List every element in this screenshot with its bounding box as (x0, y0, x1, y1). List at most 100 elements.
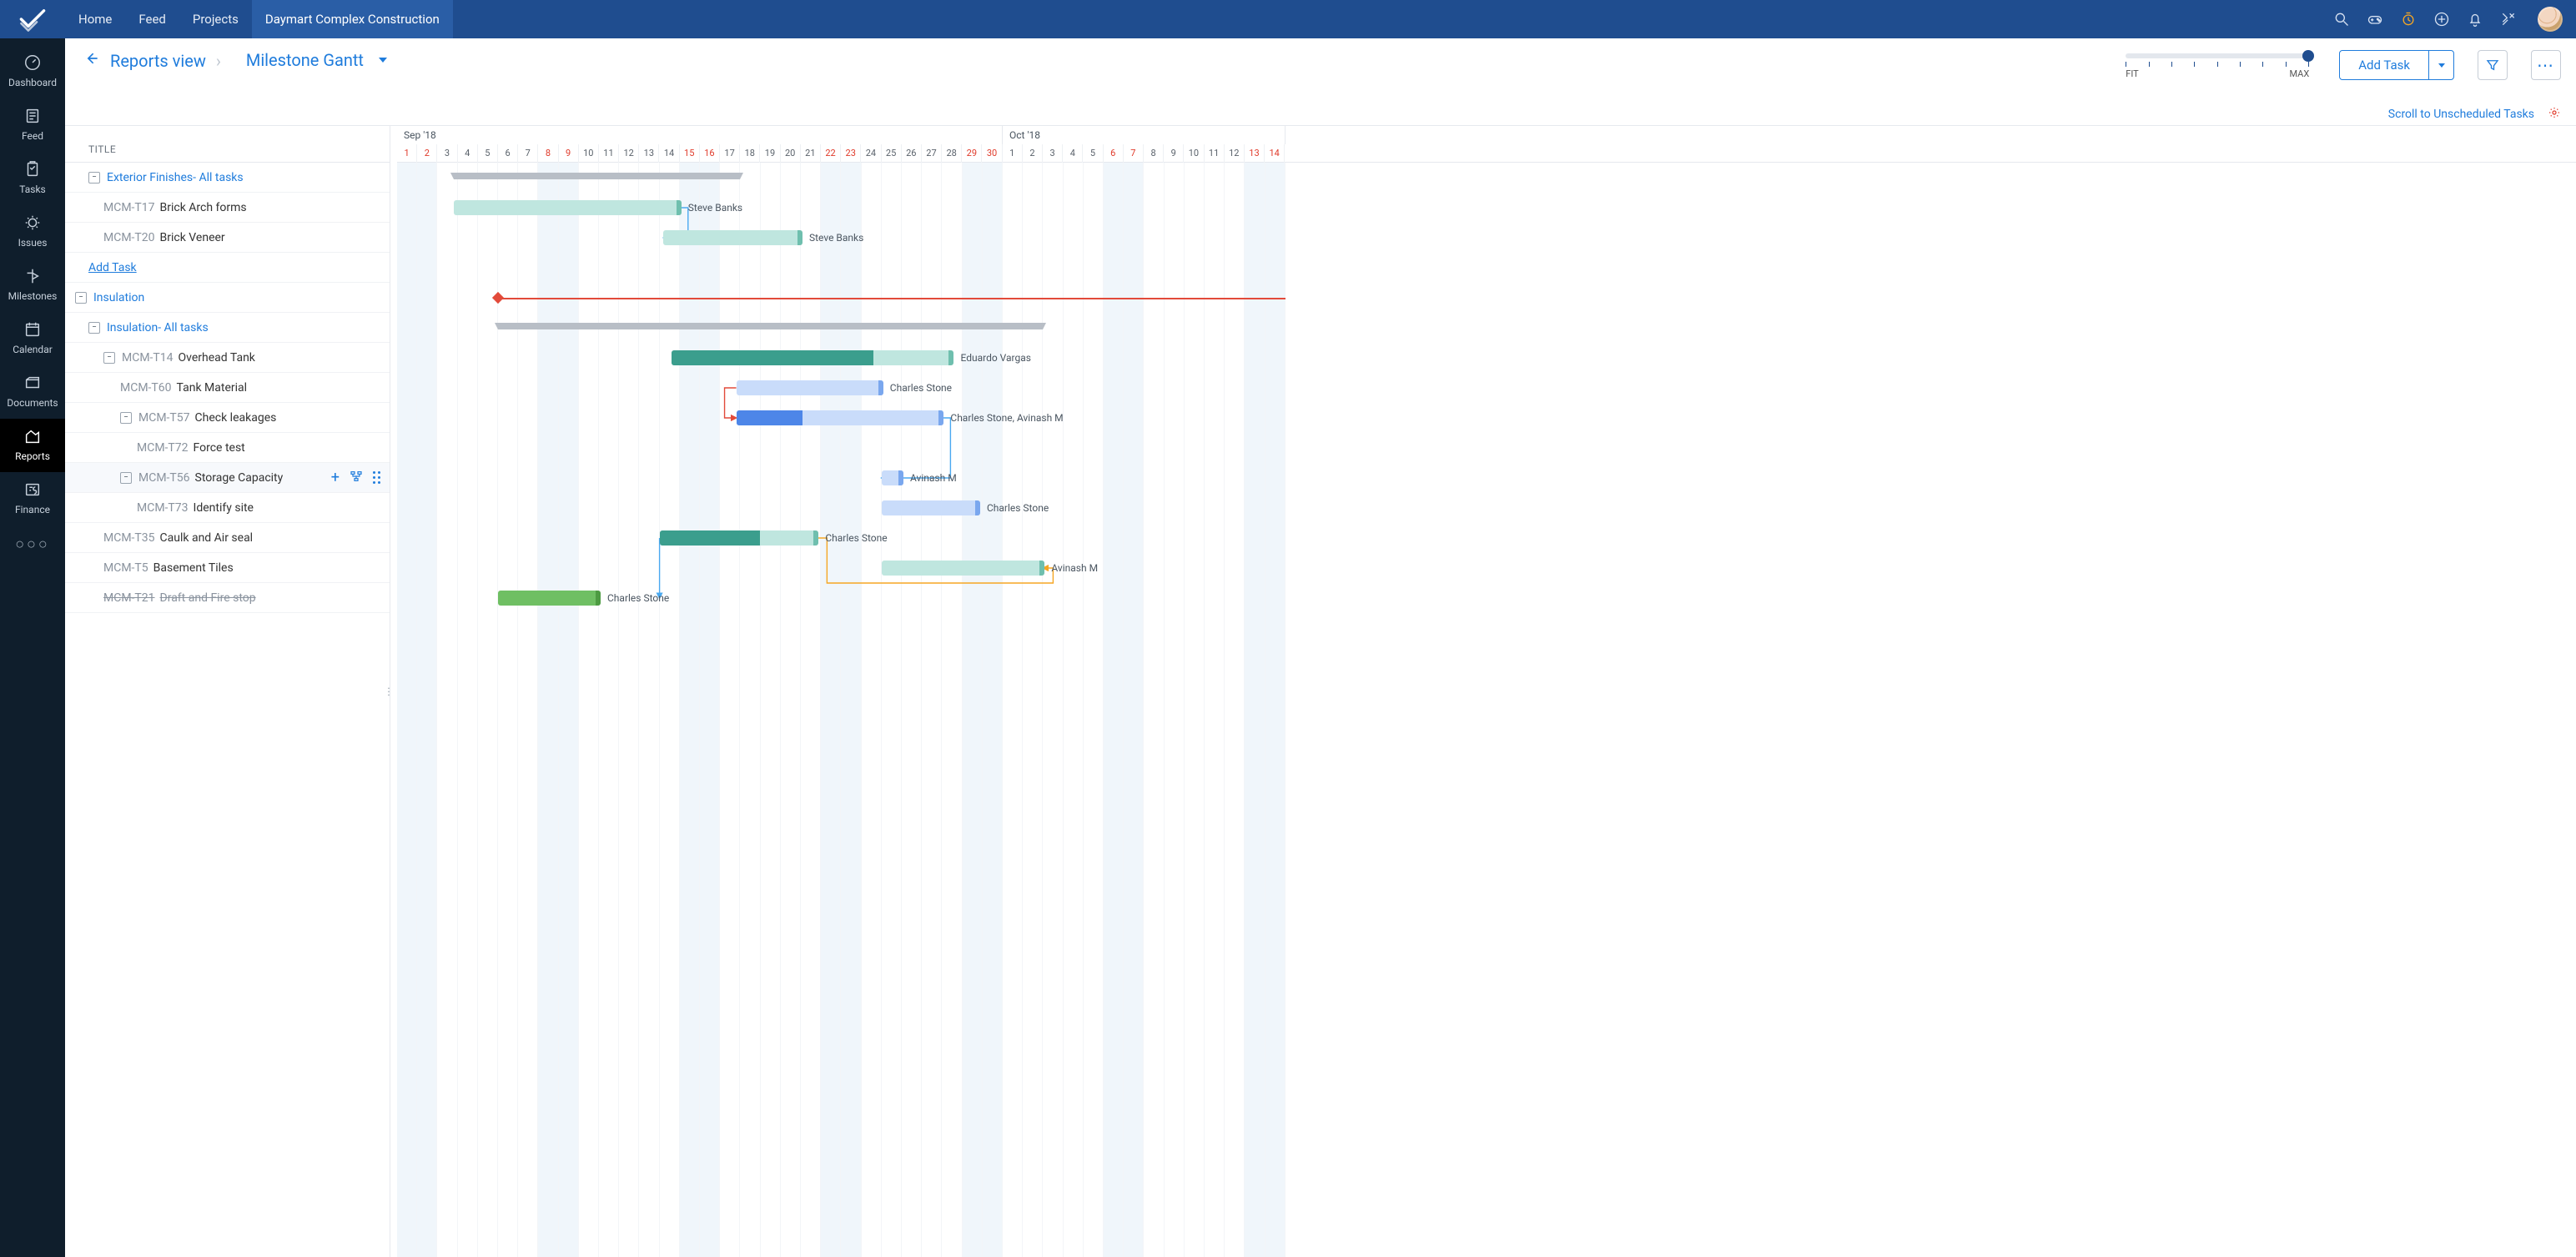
expand-toggle[interactable]: − (120, 412, 132, 424)
task-row[interactable]: MCM-T35Caulk and Air seal (65, 523, 390, 553)
tools-icon[interactable] (2499, 10, 2518, 28)
gantt-row (397, 313, 2576, 343)
rail-finance[interactable]: Finance (0, 472, 65, 525)
breadcrumb-reports[interactable]: Reports view (110, 51, 206, 71)
bell-icon[interactable] (2466, 10, 2484, 28)
add-icon[interactable] (2433, 10, 2451, 28)
gantt-row: Steve Banks (397, 223, 2576, 253)
task-row[interactable]: −MCM-T57Check leakages (65, 403, 390, 433)
rail-calendar[interactable]: Calendar (0, 312, 65, 365)
task-row[interactable]: MCM-T17Brick Arch forms (65, 193, 390, 223)
top-nav: Home Feed Projects Daymart Complex Const… (65, 0, 453, 38)
month-label: Sep '18 (397, 126, 1003, 144)
rail-label: Calendar (13, 344, 53, 355)
timer-icon[interactable] (2399, 10, 2418, 28)
rail-tasks[interactable]: Tasks (0, 152, 65, 205)
task-bar[interactable] (882, 500, 979, 515)
day-label: 5 (478, 144, 498, 163)
task-list-panel: TITLE −Exterior Finishes- All tasksMCM-T… (65, 126, 390, 1257)
task-row[interactable]: MCM-T73Identify site (65, 493, 390, 523)
group-row[interactable]: −Insulation (65, 283, 390, 313)
day-label: 6 (1104, 144, 1124, 163)
view-selector[interactable]: Milestone Gantt (246, 50, 387, 70)
expand-toggle[interactable]: − (75, 292, 87, 304)
day-label: 14 (1265, 144, 1285, 163)
rail-milestones[interactable]: Milestones (0, 259, 65, 312)
nav-feed[interactable]: Feed (125, 0, 179, 38)
more-options-button[interactable]: ⋯ (2531, 50, 2561, 80)
task-bar[interactable] (737, 410, 943, 425)
rail-dashboard[interactable]: Dashboard (0, 45, 65, 98)
drag-handle-icon[interactable] (373, 471, 381, 485)
group-row[interactable]: −Exterior Finishes- All tasks (65, 163, 390, 193)
task-row[interactable]: MCM-T72Force test (65, 433, 390, 463)
task-row[interactable]: MCM-T5Basement Tiles (65, 553, 390, 583)
settings-gear-icon[interactable] (2548, 106, 2561, 123)
task-row[interactable]: MCM-T20Brick Veneer (65, 223, 390, 253)
summary-bar[interactable] (454, 173, 741, 179)
add-task-row[interactable]: Add Task (65, 253, 390, 283)
day-label: 8 (1144, 144, 1164, 163)
rail-label: Issues (18, 237, 48, 249)
rail-reports[interactable]: Reports (0, 419, 65, 472)
gantt-row: Eduardo Vargas (397, 343, 2576, 373)
scroll-unscheduled-link[interactable]: Scroll to Unscheduled Tasks (2388, 108, 2534, 121)
group-title[interactable]: Exterior Finishes- All tasks (107, 171, 244, 184)
add-task-link[interactable]: Add Task (88, 261, 137, 274)
left-rail: Dashboard Feed Tasks Issues Milestones C… (0, 38, 65, 1257)
nav-projects[interactable]: Projects (179, 0, 252, 38)
search-icon[interactable] (2332, 10, 2351, 28)
task-bar[interactable] (737, 380, 882, 395)
day-label: 3 (1043, 144, 1063, 163)
task-title: Brick Veneer (160, 231, 225, 244)
add-task-dropdown[interactable] (2428, 51, 2453, 79)
day-label: 26 (902, 144, 922, 163)
view-selector-label: Milestone Gantt (246, 50, 364, 70)
expand-toggle[interactable]: − (88, 322, 100, 334)
gantt-row: Avinash M (397, 463, 2576, 493)
split-handle[interactable]: ⋮⋮ (390, 126, 397, 1257)
caret-down-icon (379, 58, 387, 63)
rail-more[interactable]: ○○○ (15, 529, 50, 560)
back-arrow-icon[interactable] (83, 50, 100, 71)
gantt-row (397, 163, 2576, 193)
day-label: 14 (659, 144, 679, 163)
task-row[interactable]: −MCM-T56Storage Capacity+ (65, 463, 390, 493)
zoom-thumb[interactable] (2302, 50, 2314, 62)
summary-bar[interactable] (498, 323, 1043, 329)
rail-issues[interactable]: Issues (0, 205, 65, 259)
task-row[interactable]: MCM-T21Draft and Fire stop (65, 583, 390, 613)
task-row[interactable]: MCM-T60Tank Material (65, 373, 390, 403)
task-bar[interactable] (882, 470, 902, 485)
task-row[interactable]: −MCM-T14Overhead Tank (65, 343, 390, 373)
nav-project-active[interactable]: Daymart Complex Construction (252, 0, 453, 38)
task-bar[interactable] (882, 561, 1044, 576)
expand-toggle[interactable]: − (103, 352, 115, 364)
group-row[interactable]: −Insulation- All tasks (65, 313, 390, 343)
zoom-slider[interactable]: FITMAX (2126, 53, 2309, 79)
task-bar[interactable] (660, 530, 818, 546)
task-title: Check leakages (195, 411, 277, 425)
gantt-row (397, 433, 2576, 463)
group-title[interactable]: Insulation (93, 291, 144, 304)
group-title[interactable]: Insulation- All tasks (107, 321, 209, 334)
nav-home[interactable]: Home (65, 0, 125, 38)
subtask-tree-icon[interactable] (350, 470, 363, 486)
add-subtask-icon[interactable]: + (331, 470, 340, 485)
task-bar[interactable] (672, 350, 952, 365)
gantt-chart[interactable]: Sep '18Oct '18 1234567891011121314151617… (397, 126, 2576, 1257)
add-task-button[interactable]: Add Task (2339, 50, 2454, 80)
rail-feed[interactable]: Feed (0, 98, 65, 152)
task-bar[interactable] (663, 230, 801, 245)
expand-toggle[interactable]: − (88, 172, 100, 184)
expand-toggle[interactable]: − (120, 472, 132, 484)
filter-button[interactable] (2478, 50, 2508, 80)
user-avatar[interactable] (2538, 7, 2563, 32)
task-bar[interactable] (454, 200, 680, 215)
day-label: 11 (1205, 144, 1225, 163)
day-label: 7 (518, 144, 538, 163)
gamepad-icon[interactable] (2366, 10, 2384, 28)
rail-documents[interactable]: Documents (0, 365, 65, 419)
task-bar[interactable] (498, 591, 599, 606)
app-logo[interactable] (0, 0, 65, 38)
